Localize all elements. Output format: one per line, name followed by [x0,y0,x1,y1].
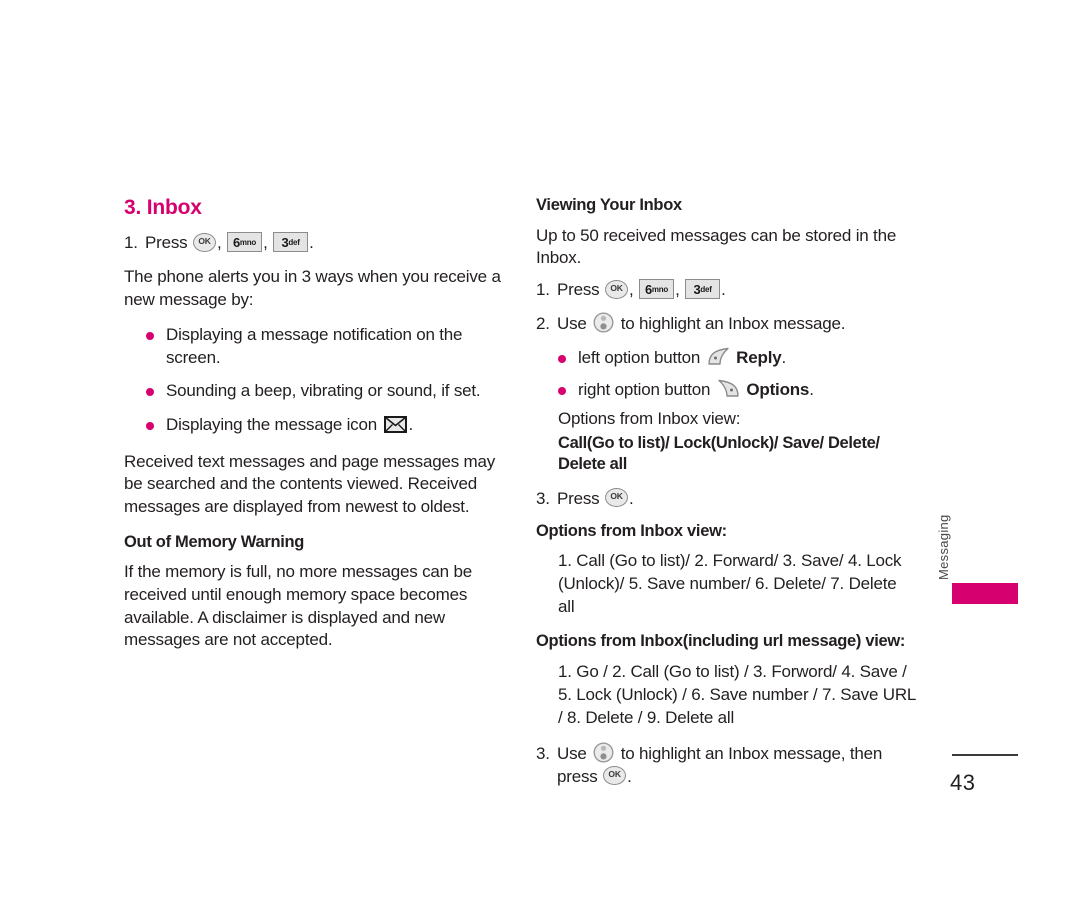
options-from-inbox-url-list: 1. Go / 2. Call (Go to list) / 3. Forwor… [558,661,916,727]
manual-page: 3. Inbox 1. Press OK, 6mno, 3def. The ph… [0,0,1080,914]
page-number: 43 [950,770,976,795]
reply-trailing: . [781,347,786,367]
list-item: Sounding a beep, vibrating or sound, if … [146,380,514,403]
left-step-1: 1. Press OK, 6mno, 3def. [124,232,514,255]
left-soft-key-icon [707,347,730,366]
step-number: 3. [536,743,550,763]
press-label-2: press [557,766,598,786]
press-label: Press [557,488,600,508]
envelope-icon [383,415,407,433]
viewing-paragraph: Up to 50 received messages can be stored… [536,225,897,268]
options-bold-list: Call(Go to list)/ Lock(Unlock)/ Save/ De… [558,433,880,474]
navigation-key-icon [593,742,614,763]
right-soft-key-icon [717,379,740,398]
list-item: right option button Options. [558,379,916,402]
navigation-key-icon [593,312,614,333]
step-body: Press OK, 6mno, 3def. [557,279,916,302]
right-step-3b: 3. Use to highlight an Inbox message, th… [536,742,916,789]
right-step-3: 3. Press OK. [536,488,916,511]
step-body: Press OK, 6mno, 3def. [145,232,514,255]
list-item: left option button Reply. [558,347,916,370]
side-tab-label: Messaging [936,514,951,580]
viewing-your-inbox-heading: Viewing Your Inbox [536,196,682,214]
bullet-3-trailing: . [408,415,414,435]
options-from-inbox-list: 1. Call (Go to list)/ 2. Forward/ 3. Sav… [558,551,902,617]
bullet-text-3: Displaying the message icon [166,415,377,435]
step-body: Use to highlight an Inbox message, then … [557,742,916,789]
step-1-trailing: . [309,233,314,253]
ok-key-icon: OK [193,232,216,252]
comma-1: , [629,280,634,300]
right-column: Viewing Your Inbox Up to 50 received mes… [536,196,916,800]
step-3b-text: to highlight an Inbox message, then [620,743,883,763]
left-option-label: left option button [578,347,701,367]
intro-paragraph: The phone alerts you in 3 ways when you … [124,267,501,309]
numeric-key-3-icon: 3def [273,232,309,253]
step-3b-trailing: . [627,766,632,786]
ok-key-icon: OK [605,279,628,299]
page-title: 3. Inbox [124,196,202,219]
right-step-1: 1. Press OK, 6mno, 3def. [536,279,916,302]
side-tab-bar [952,583,1018,604]
reply-label: Reply [736,347,782,367]
step-number: 1. [124,233,138,253]
press-label: Press [557,280,600,300]
step-3-trailing: . [629,488,634,508]
use-label: Use [557,313,587,333]
step-2-text: to highlight an Inbox message. [620,313,846,333]
list-item: Displaying a message notification on the… [146,324,514,369]
step-body: Use to highlight an Inbox message. [557,312,916,336]
press-label: Press [145,233,188,253]
options-from-inbox-heading: Options from Inbox view: [536,521,727,540]
numeric-key-6-icon: 6mno [639,279,675,300]
options-trailing: . [809,379,814,399]
left-column: 3. Inbox 1. Press OK, 6mno, 3def. The ph… [124,196,514,665]
step-number: 3. [536,488,550,508]
options-from-inbox-url-heading: Options from Inbox(including url message… [536,632,906,651]
numeric-key-3-icon: 3def [685,279,721,300]
ok-key-icon: OK [605,488,628,508]
step-number: 2. [536,313,550,333]
comma-2: , [263,233,268,253]
right-option-label: right option button [578,379,711,399]
bullet-text-2: Sounding a beep, vibrating or sound, if … [166,381,481,401]
out-of-memory-heading: Out of Memory Warning [124,532,305,551]
received-paragraph: Received text messages and page messages… [124,451,496,516]
ok-key-icon: OK [603,766,627,786]
comma-2: , [675,280,680,300]
footer-divider [952,754,1018,756]
out-of-memory-paragraph: If the memory is full, no more messages … [124,562,472,650]
step-1-trailing: . [721,280,726,300]
numeric-key-6-icon: 6mno [227,232,263,253]
bullet-text-1: Displaying a message notification on the… [166,325,463,367]
use-label: Use [557,743,587,763]
right-step-2: 2. Use to highlight an Inbox message. [536,312,916,336]
options-from-inbox-note: Options from Inbox view: [558,409,741,429]
step-body: Press OK. [557,488,916,511]
alert-bullet-list: Displaying a message notification on the… [124,324,514,436]
step-number: 1. [536,280,550,300]
option-button-bullet-list: left option button Reply. right option b… [536,347,916,401]
list-item: Displaying the message icon . [146,414,514,437]
comma-1: , [217,233,222,253]
options-label: Options [746,379,810,399]
